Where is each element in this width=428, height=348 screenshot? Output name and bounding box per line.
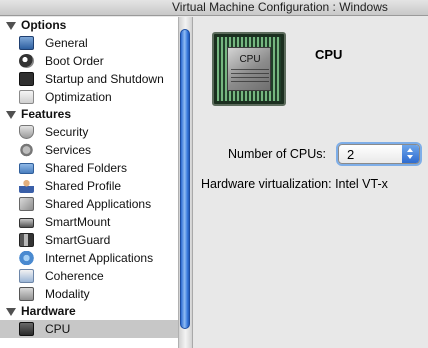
number-of-cpus-select[interactable]: 2 [338,144,420,164]
window-titlebar: Virtual Machine Configuration : Windows [0,0,428,16]
sidebar-item-boot-order[interactable]: Boot Order [0,52,178,70]
globe-icon [19,251,34,265]
startup-shutdown-icon [19,72,34,86]
sidebar-item-shared-folders[interactable]: Shared Folders [0,159,178,177]
disclosure-triangle-icon[interactable] [6,22,16,30]
chip-engraving [231,69,269,83]
sidebar-list: Options General Boot Order Startup and S… [0,17,178,338]
section-hardware[interactable]: Hardware [0,303,178,320]
sidebar-item-smartguard[interactable]: SmartGuard [0,231,178,249]
sidebar-item-optimization[interactable]: Optimization [0,88,178,106]
sidebar: Options General Boot Order Startup and S… [0,17,193,348]
section-label: Hardware [21,304,76,318]
select-stepper-icon[interactable] [402,145,419,163]
chip-die: CPU [227,47,271,91]
number-of-cpus-value: 2 [347,147,355,162]
sidebar-item-label: Internet Applications [45,251,154,265]
chip-label: CPU [239,54,261,65]
services-gear-icon [19,143,34,157]
sidebar-item-label: CPU [45,322,71,336]
boot-order-icon [19,54,34,68]
sidebar-item-security[interactable]: Security [0,123,178,141]
sidebar-item-smartmount[interactable]: SmartMount [0,213,178,231]
chevron-down-icon [407,155,413,159]
optimization-icon [19,90,34,104]
sidebar-item-label: Boot Order [45,54,104,68]
applications-icon [19,197,34,211]
section-label: Options [21,18,67,32]
sidebar-item-internet-applications[interactable]: Internet Applications [0,249,178,267]
sidebar-item-label: Services [45,143,92,157]
sidebar-item-startup-shutdown[interactable]: Startup and Shutdown [0,70,178,88]
smartguard-icon [19,233,34,247]
general-icon [19,36,34,50]
user-icon [19,179,34,193]
number-of-cpus-label: Number of CPUs: [228,147,326,161]
sidebar-item-label: Optimization [45,90,112,104]
sidebar-item-label: SmartGuard [45,233,111,247]
coherence-icon [19,269,34,283]
disclosure-triangle-icon[interactable] [6,111,16,119]
sidebar-item-label: SmartMount [45,215,111,229]
sidebar-item-label: Coherence [45,269,104,283]
sidebar-item-general[interactable]: General [0,34,178,52]
sidebar-item-label: General [45,36,88,50]
hardware-virtualization-label: Hardware virtualization: Intel VT-x [201,177,388,191]
cpu-settings-pane: CPU CPU Number of CPUs: 2 Hardware virtu… [194,17,428,348]
sidebar-item-coherence[interactable]: Coherence [0,267,178,285]
section-features[interactable]: Features [0,106,178,123]
section-options[interactable]: Options [0,17,178,34]
sidebar-item-label: Startup and Shutdown [45,72,164,86]
sidebar-item-services[interactable]: Services [0,141,178,159]
section-label: Features [21,107,72,121]
sidebar-scroll-thumb[interactable] [180,29,190,329]
drive-icon [19,218,34,228]
sidebar-item-modality[interactable]: Modality [0,285,178,303]
disclosure-triangle-icon[interactable] [6,308,16,316]
sidebar-item-label: Shared Folders [45,161,128,175]
sidebar-item-shared-profile[interactable]: Shared Profile [0,177,178,195]
sidebar-item-label: Shared Applications [45,197,152,211]
page-title: CPU [315,47,343,62]
sidebar-item-label: Shared Profile [45,179,122,193]
cpu-icon [19,322,34,336]
cpu-chip-icon: CPU [212,32,286,106]
sidebar-item-label: Security [45,125,89,139]
shield-icon [19,125,34,139]
folder-icon [19,163,34,174]
chevron-up-icon [407,148,413,152]
modality-icon [19,287,34,301]
sidebar-item-cpu[interactable]: CPU [0,320,178,338]
window-title: Virtual Machine Configuration : Windows [172,0,388,14]
sidebar-item-shared-applications[interactable]: Shared Applications [0,195,178,213]
sidebar-item-label: Modality [45,287,90,301]
